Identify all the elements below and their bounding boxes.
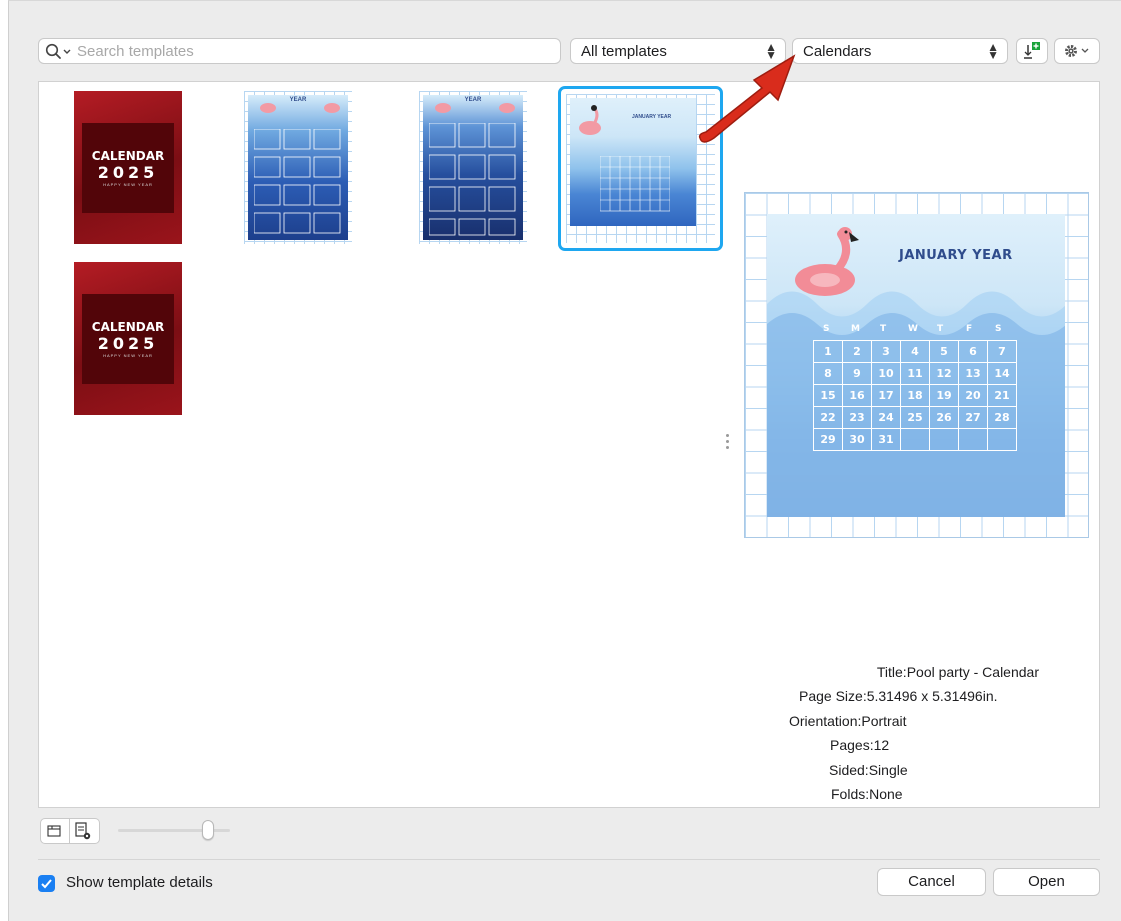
template-settings-button[interactable]	[70, 818, 100, 844]
search-field[interactable]: Search templates	[38, 38, 561, 64]
mini-calendar-grid	[429, 123, 516, 236]
template-browser: CALENDAR 2025 HAPPY NEW YEAR YEAR YEAR J…	[38, 81, 1100, 808]
template-preview: JANUARY YEAR S M T W T F S 1234567 8 9 10 1…	[744, 192, 1089, 538]
footer-divider	[38, 859, 1100, 860]
show-details-checkbox[interactable]	[38, 875, 55, 892]
thumbnail-subtitle: HAPPY NEW YEAR	[103, 182, 153, 187]
flamingo-icon	[579, 105, 601, 135]
template-thumbnail[interactable]: YEAR	[419, 91, 527, 244]
open-button[interactable]: Open	[993, 868, 1100, 896]
annotation-arrow	[698, 54, 796, 143]
mini-calendar-grid	[254, 129, 341, 234]
flamingo-icon	[435, 103, 515, 113]
calendar-week-row: 8 9 10 11 12 13 14	[813, 362, 1017, 385]
weekday-label: F	[966, 324, 973, 334]
preview-calendar-title: JANUARY YEAR	[899, 248, 1013, 263]
detail-folds: Folds:None	[831, 786, 903, 802]
thumbnail-title: JANUARY YEAR	[632, 114, 672, 120]
thumbnail-year: 2025	[97, 334, 159, 353]
detail-title: Title:Pool party - Calendar	[876, 664, 1039, 680]
weekday-label: T	[880, 324, 887, 334]
weekday-label: S	[995, 324, 1002, 334]
detail-page-size: Page Size:5.31496 x 5.31496in.	[799, 688, 998, 704]
gear-icon	[1065, 45, 1089, 57]
template-source-value: All templates	[581, 43, 667, 60]
calendar-week-row: 1234567	[813, 340, 1017, 363]
list-view-button[interactable]	[40, 818, 70, 844]
detail-sided: Sided:Single	[829, 762, 908, 778]
thumbnail-subtitle: HAPPY NEW YEAR	[103, 353, 153, 358]
calendar-week-row: 22 23 24 25 26 27 28	[813, 406, 1017, 429]
document-gear-icon	[75, 822, 91, 840]
preview-artwork: JANUARY YEAR S M T W T F S 1234567 8 9 10 1…	[767, 214, 1065, 517]
category-value: Calendars	[803, 43, 872, 60]
weekday-label: T	[937, 324, 944, 334]
cancel-button[interactable]: Cancel	[877, 868, 986, 896]
import-icon	[1024, 42, 1040, 59]
show-details-label[interactable]: Show template details	[66, 874, 213, 891]
search-icon[interactable]	[45, 43, 75, 66]
weekday-label: M	[851, 324, 860, 334]
thumbnail-year: 2025	[97, 163, 159, 182]
calendar-week-row: 15 16 17 18 19 20 21	[813, 384, 1017, 407]
mini-calendar-grid	[600, 156, 670, 212]
flamingo-icon	[260, 103, 340, 113]
detail-pages: Pages:12	[830, 737, 890, 753]
updown-chevron-icon: ▲ ▼	[987, 40, 999, 62]
folder-view-icon	[47, 825, 61, 837]
flamingo-icon	[795, 227, 859, 296]
preview-calendar-grid: 1234567 8 9 10 11 12 13 14 15 16 17 18 19 20 21 22 23…	[813, 340, 1017, 451]
settings-menu-button[interactable]	[1054, 38, 1100, 64]
search-placeholder: Search templates	[77, 43, 194, 60]
category-popup[interactable]: Calendars ▲ ▼	[792, 38, 1008, 64]
checkmark-icon	[41, 879, 52, 889]
template-thumbnail[interactable]: YEAR	[244, 91, 352, 244]
thumbnail-title: CALENDAR	[91, 320, 165, 334]
template-thumbnail[interactable]: CALENDAR 2025 HAPPY NEW YEAR	[74, 262, 182, 415]
template-thumbnail[interactable]: CALENDAR 2025 HAPPY NEW YEAR	[74, 91, 182, 244]
weekday-label: W	[908, 324, 918, 334]
pane-splitter-handle[interactable]	[726, 434, 729, 452]
weekday-label: S	[823, 324, 830, 334]
thumbnail-title: CALENDAR	[91, 149, 165, 163]
detail-orientation: Orientation:Portrait	[789, 713, 907, 729]
slider-knob[interactable]	[202, 820, 214, 840]
import-template-button[interactable]	[1016, 38, 1048, 64]
calendar-week-row: 29 30 31	[813, 428, 1017, 451]
